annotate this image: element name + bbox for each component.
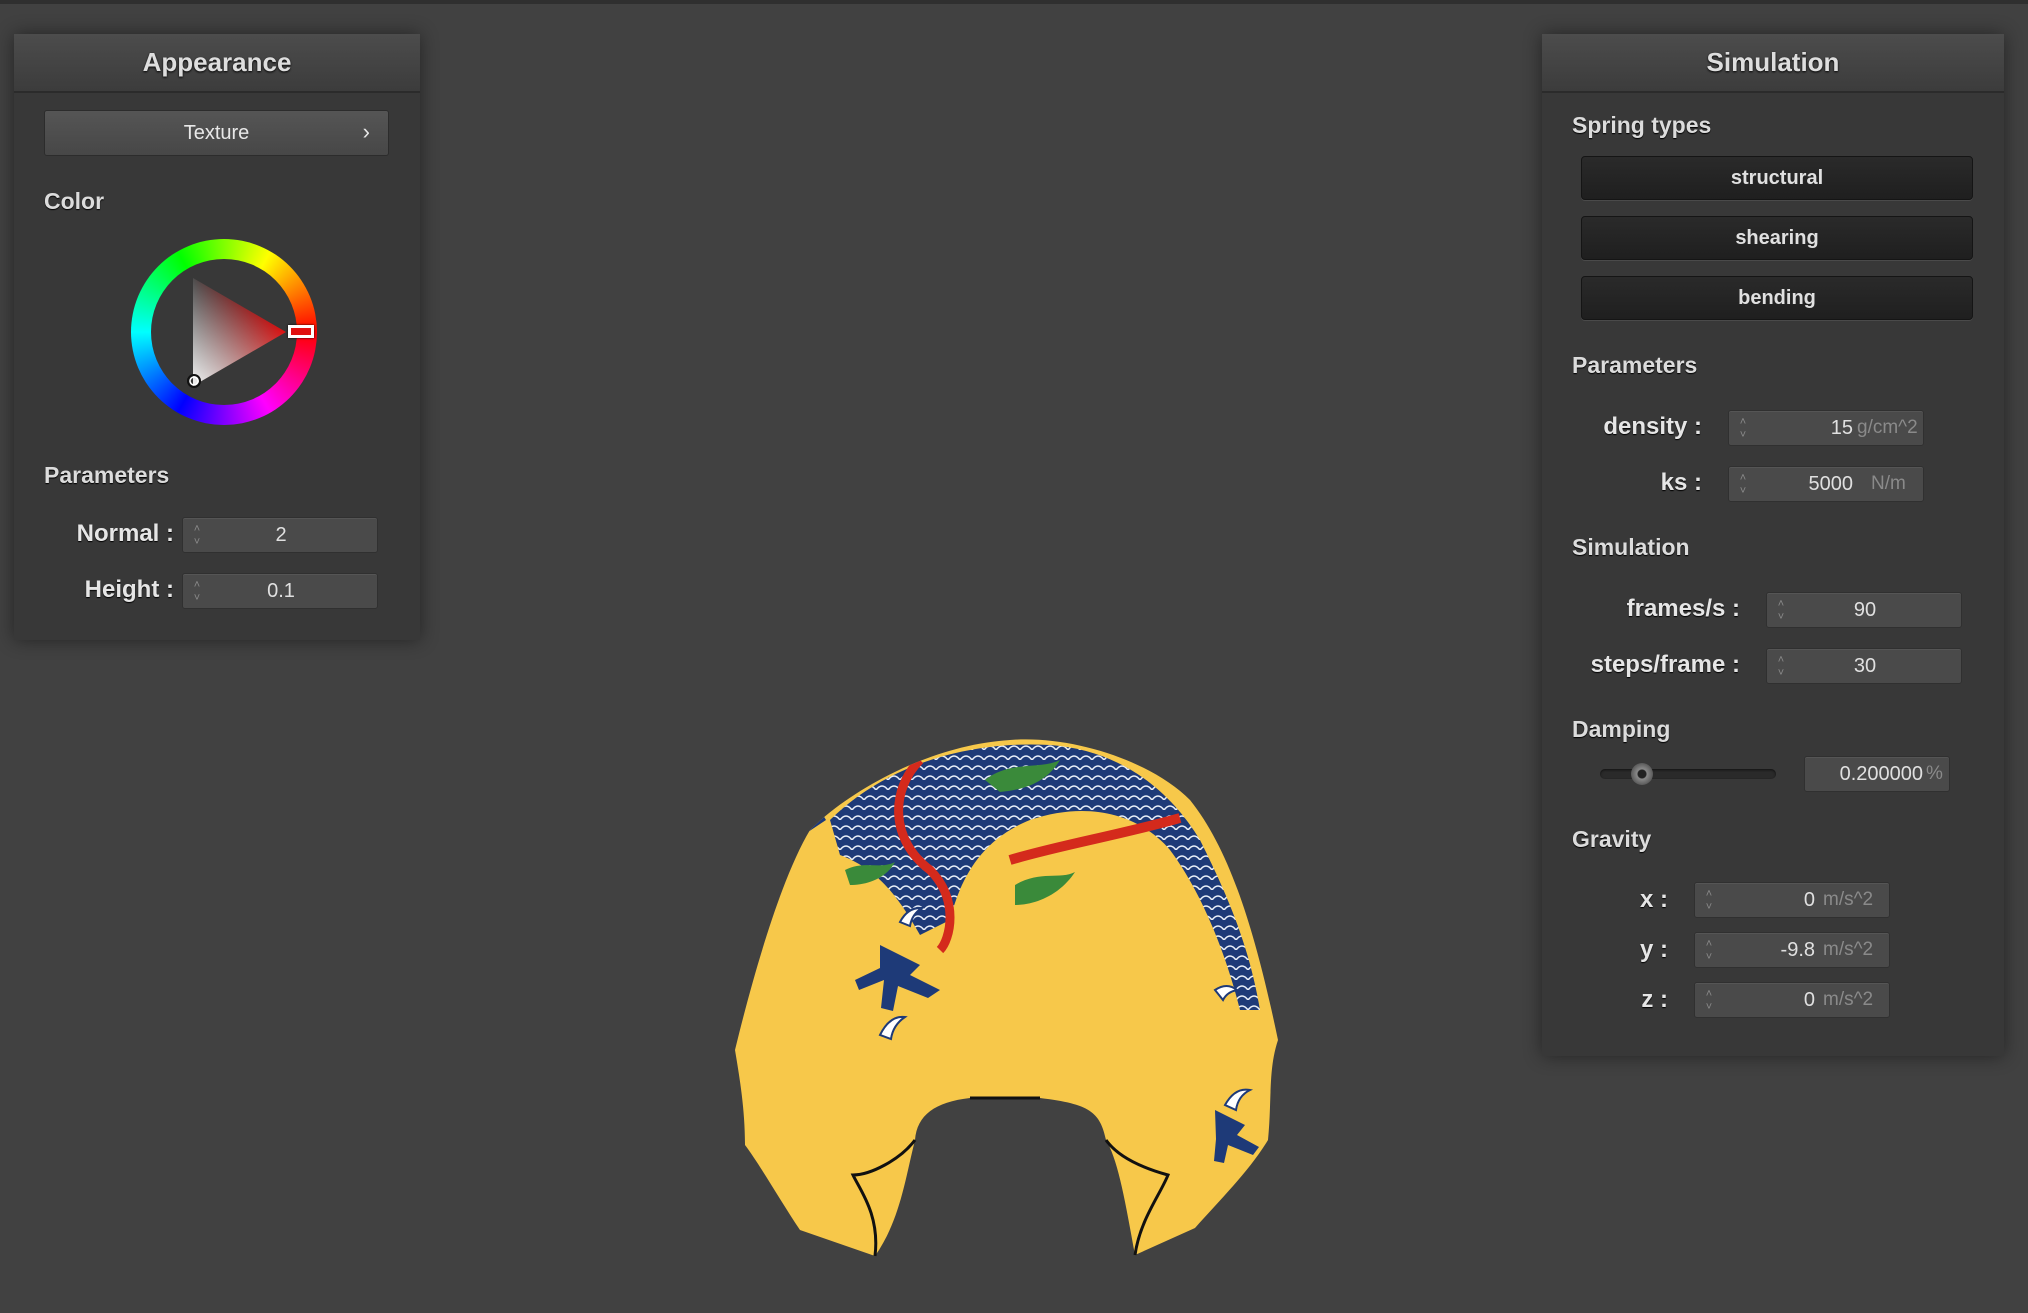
shearing-spring-button[interactable]: shearing — [1581, 216, 1973, 260]
simulation-parameters-label: Parameters — [1572, 352, 1698, 378]
gravity-y-value: -9.8 — [1780, 939, 1815, 961]
gravity-z-value: 0 — [1803, 989, 1815, 1011]
normal-label: Normal : — [76, 520, 174, 547]
steps-label: steps/frame : — [1590, 651, 1740, 678]
damping-unit: % — [1926, 763, 1943, 784]
fps-value: 90 — [1853, 599, 1877, 621]
simulation-section-label: Simulation — [1572, 534, 1690, 560]
steps-input[interactable]: ˄ ˅ 30 — [1766, 648, 1962, 684]
ks-unit: N/m — [1871, 473, 1906, 494]
bending-spring-button[interactable]: bending — [1581, 276, 1973, 320]
damping-input[interactable]: 0.200000 % — [1804, 756, 1950, 792]
gravity-z-unit: m/s^2 — [1823, 989, 1874, 1010]
steps-value: 30 — [1853, 655, 1877, 677]
normal-input[interactable]: ˄ ˅ 2 — [182, 517, 378, 553]
gravity-y-unit: m/s^2 — [1823, 939, 1874, 960]
structural-spring-button[interactable]: structural — [1581, 156, 1973, 200]
normal-value: 2 — [275, 524, 287, 546]
density-unit: g/cm^2 — [1857, 417, 1918, 438]
gravity-x-input[interactable]: ˄ ˅ 0 m/s^2 — [1694, 882, 1890, 918]
simulation-panel: Simulation Spring types structural shear… — [1542, 34, 2004, 1056]
window-top-border — [0, 0, 2028, 4]
damping-slider-track[interactable] — [1600, 763, 1776, 785]
fps-input[interactable]: ˄ ˅ 90 — [1766, 592, 1962, 628]
shearing-label: shearing — [1735, 226, 1819, 249]
density-input[interactable]: ˄ ˅ 15 g/cm^2 — [1728, 410, 1924, 446]
gravity-x-label: x : — [1639, 886, 1668, 913]
gravity-y-input[interactable]: ˄ ˅ -9.8 m/s^2 — [1694, 932, 1890, 968]
gravity-y-label: y : — [1639, 936, 1668, 963]
density-label: density : — [1603, 413, 1702, 440]
ks-input[interactable]: ˄ ˅ 5000 N/m — [1728, 466, 1924, 502]
damping-slider-handle[interactable] — [1630, 763, 1653, 785]
dragon-robe-cloth — [735, 739, 1278, 1256]
chevron-right-icon: › — [362, 119, 370, 144]
gravity-label: Gravity — [1572, 826, 1652, 852]
spin-arrows-icon[interactable]: ˄ ˅ — [1703, 888, 1715, 914]
appearance-panel-header[interactable]: Appearance — [14, 34, 420, 93]
color-section-label: Color — [44, 188, 105, 214]
texture-button-label: Texture — [183, 121, 250, 144]
density-value: 15 — [1830, 417, 1853, 439]
spin-arrows-icon[interactable]: ˄ ˅ — [1703, 938, 1715, 964]
gravity-z-label: z : — [1641, 986, 1668, 1013]
fps-label: frames/s : — [1626, 595, 1740, 622]
ks-value: 5000 — [1808, 473, 1854, 495]
hue-selector-handle[interactable] — [288, 325, 314, 338]
simulation-panel-header[interactable]: Simulation — [1542, 34, 2004, 93]
damping-value: 0.200000 — [1839, 763, 1923, 785]
height-label: Height : — [84, 576, 174, 603]
spin-arrows-icon[interactable]: ˄ ˅ — [1737, 416, 1749, 442]
gravity-z-input[interactable]: ˄ ˅ 0 m/s^2 — [1694, 982, 1890, 1018]
spin-arrows-icon[interactable]: ˄ ˅ — [1737, 472, 1749, 498]
texture-button[interactable]: Texture › — [44, 110, 389, 156]
appearance-parameters-label: Parameters — [44, 462, 170, 488]
spin-arrows-icon[interactable]: ˄ ˅ — [1703, 988, 1715, 1014]
gravity-x-value: 0 — [1803, 889, 1815, 911]
spring-types-label: Spring types — [1572, 112, 1712, 138]
color-wheel[interactable] — [131, 239, 317, 425]
ks-label: ks : — [1660, 469, 1702, 496]
gravity-x-unit: m/s^2 — [1823, 889, 1874, 910]
appearance-panel: Appearance Texture › Color Parameters No… — [14, 34, 420, 640]
damping-label: Damping — [1572, 716, 1671, 742]
height-value: 0.1 — [267, 580, 295, 602]
structural-label: structural — [1730, 166, 1824, 189]
bending-label: bending — [1738, 286, 1816, 309]
height-input[interactable]: ˄ ˅ 0.1 — [182, 573, 378, 609]
